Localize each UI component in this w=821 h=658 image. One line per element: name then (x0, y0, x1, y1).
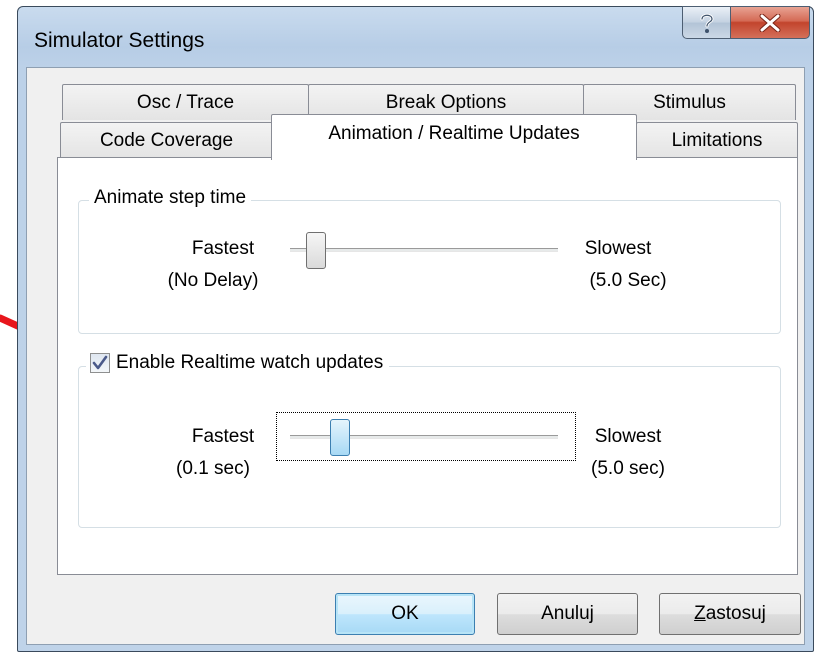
window-title: Simulator Settings (34, 29, 205, 52)
ok-button[interactable]: OK (335, 593, 475, 635)
animate-slowest-sublabel: (5.0 Sec) (589, 270, 667, 291)
close-button[interactable] (730, 6, 810, 39)
realtime-checkbox-label: Enable Realtime watch updates (116, 352, 384, 373)
tab-panel: Animate step time Fastest (No Delay) Slo… (57, 157, 798, 575)
tab-label: Limitations (671, 129, 763, 151)
animate-group-title: Animate step time (89, 187, 252, 209)
animate-step-time-group (78, 200, 781, 334)
tab-code-coverage[interactable]: Code Coverage (60, 122, 273, 158)
check-icon (92, 355, 108, 370)
realtime-checkbox[interactable] (90, 353, 110, 373)
cancel-button[interactable]: Anuluj (497, 593, 638, 635)
animate-slider-thumb[interactable] (306, 232, 326, 269)
tab-label: Break Options (385, 91, 507, 113)
realtime-fastest-label: Fastest (191, 426, 255, 447)
ok-button-label: OK (391, 603, 419, 624)
help-button[interactable] (682, 6, 731, 39)
realtime-slowest-label: Slowest (594, 426, 662, 447)
apply-button[interactable]: Zastosuj (659, 593, 801, 635)
apply-mnemonic: Z (694, 603, 706, 624)
tab-animation-realtime-updates[interactable]: Animation / Realtime Updates (271, 114, 637, 160)
apply-button-label: Zastosuj (694, 603, 766, 625)
realtime-checkbox-row[interactable]: Enable Realtime watch updates (86, 352, 390, 374)
tab-limitations[interactable]: Limitations (636, 122, 798, 158)
animate-slider-track (290, 248, 558, 252)
tab-label: Animation / Realtime Updates (328, 123, 580, 144)
apply-label-rest: astosuj (705, 603, 766, 624)
animate-fastest-sublabel: (No Delay) (167, 270, 259, 291)
animate-slowest-label: Slowest (584, 238, 652, 259)
help-icon (700, 13, 714, 33)
close-icon (759, 13, 781, 32)
tab-label: Osc / Trace (136, 91, 235, 113)
cancel-button-label: Anuluj (541, 603, 594, 624)
realtime-fastest-sublabel: (0.1 sec) (176, 458, 250, 479)
tab-label: Code Coverage (99, 129, 234, 151)
tab-label: Stimulus (653, 91, 726, 113)
realtime-slowest-sublabel: (5.0 sec) (591, 458, 665, 479)
realtime-slider-thumb[interactable] (330, 419, 350, 456)
animate-fastest-label: Fastest (191, 238, 255, 259)
